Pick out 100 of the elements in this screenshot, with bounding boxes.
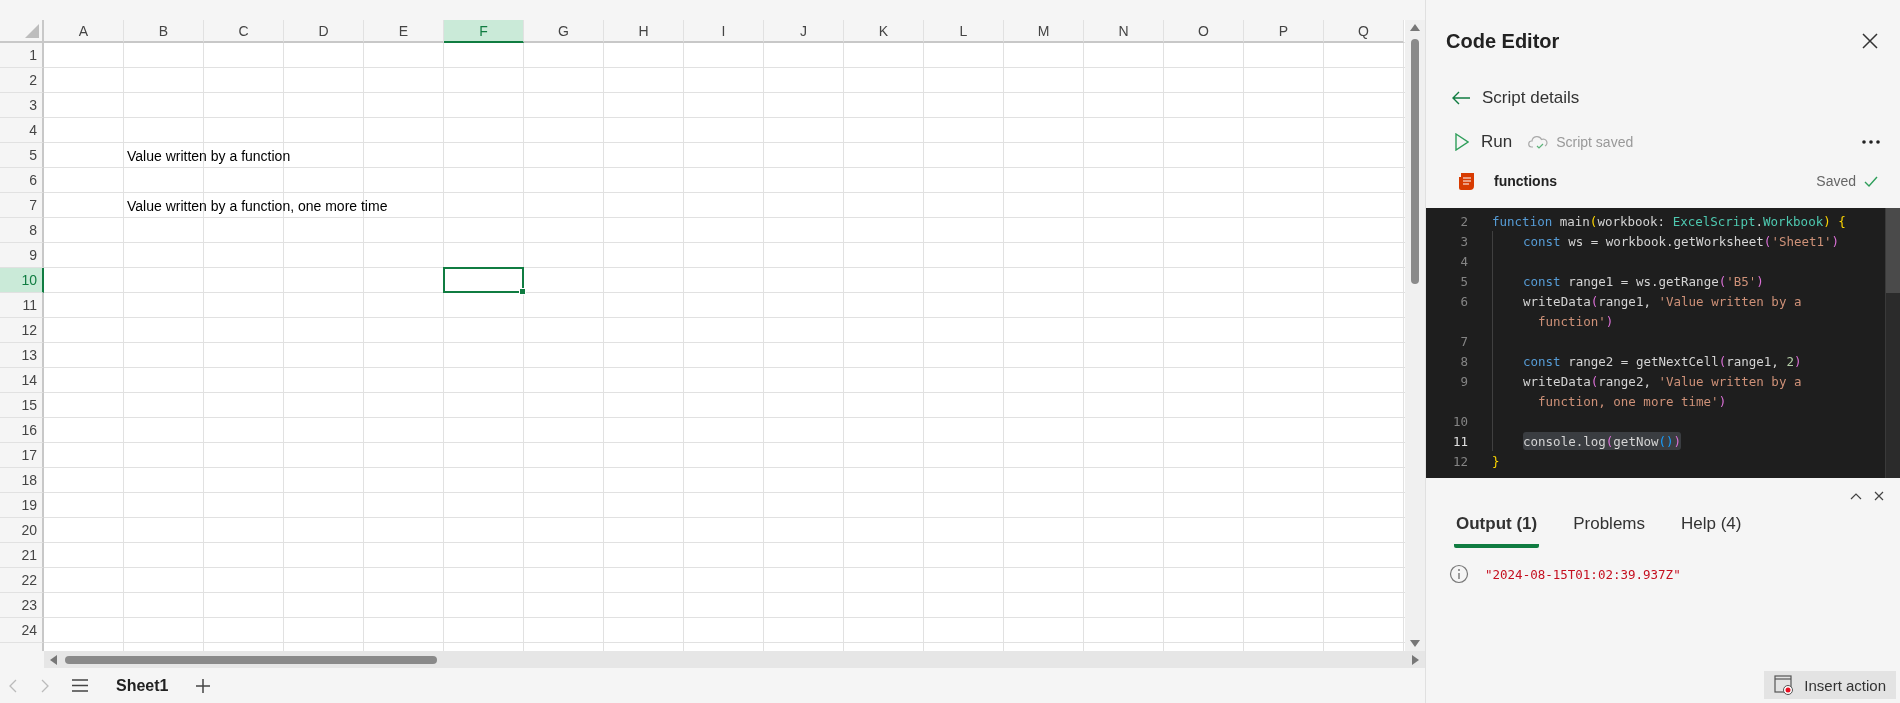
output-tab[interactable]: Problems xyxy=(1571,506,1647,548)
more-icon[interactable] xyxy=(1862,140,1880,144)
row-header[interactable]: 16 xyxy=(0,418,44,443)
sheet-tab[interactable]: Sheet1 xyxy=(110,672,175,699)
row-header[interactable]: 18 xyxy=(0,468,44,493)
code-line: } xyxy=(1492,452,1500,470)
row-header[interactable]: 9 xyxy=(0,243,44,268)
row-header[interactable]: 11 xyxy=(0,293,44,318)
close-icon[interactable] xyxy=(1874,491,1884,501)
row-header[interactable]: 13 xyxy=(0,343,44,368)
output-tab[interactable]: Help (4) xyxy=(1679,506,1744,548)
check-icon xyxy=(1864,175,1878,187)
menu-icon[interactable] xyxy=(72,679,88,692)
saved-status: Saved xyxy=(1816,173,1856,189)
code-line: function main(workbook: ExcelScript.Workbook) { xyxy=(1492,212,1846,230)
scrollbar-thumb[interactable] xyxy=(1411,39,1419,284)
code-editor[interactable] xyxy=(1426,208,1900,478)
scroll-right-icon[interactable] xyxy=(1412,654,1419,665)
column-header[interactable]: F xyxy=(444,20,524,43)
scrollbar-thumb[interactable] xyxy=(1886,208,1900,293)
insert-action-button[interactable]: Insert action xyxy=(1764,671,1896,699)
vertical-scrollbar[interactable] xyxy=(1405,20,1425,651)
line-number: 11 xyxy=(1451,433,1468,449)
cloud-check-icon xyxy=(1528,134,1549,150)
code-line: function, one more time') xyxy=(1538,392,1727,410)
horizontal-scrollbar[interactable] xyxy=(44,651,1425,668)
code-line: writeData(range1, 'Value written by a xyxy=(1523,292,1802,310)
row-header[interactable]: 17 xyxy=(0,443,44,468)
row-header[interactable]: 23 xyxy=(0,593,44,618)
row-header[interactable]: 7 xyxy=(0,193,44,218)
output-message: "2024-08-15T01:02:39.937Z" xyxy=(1485,566,1681,582)
row-header[interactable]: 10 xyxy=(0,268,44,293)
row-header[interactable]: 20 xyxy=(0,518,44,543)
line-number: 9 xyxy=(1459,373,1468,389)
save-status: Script saved xyxy=(1556,134,1634,150)
line-number: 5 xyxy=(1459,273,1468,289)
row-header[interactable]: 19 xyxy=(0,493,44,518)
panel-title: Code Editor xyxy=(1446,29,1560,53)
line-number: 12 xyxy=(1451,453,1468,469)
column-header[interactable]: D xyxy=(284,20,364,43)
column-header[interactable]: M xyxy=(1004,20,1084,43)
code-line: writeData(range2, 'Value written by a xyxy=(1523,372,1802,390)
play-icon xyxy=(1455,133,1469,151)
line-number: 3 xyxy=(1459,233,1468,249)
scroll-left-icon[interactable] xyxy=(50,654,57,665)
row-header[interactable]: 12 xyxy=(0,318,44,343)
back-arrow-icon xyxy=(1452,91,1470,105)
scroll-up-icon[interactable] xyxy=(1410,24,1420,31)
add-sheet-icon[interactable] xyxy=(196,678,211,693)
row-header[interactable]: 21 xyxy=(0,543,44,568)
column-header[interactable]: Q xyxy=(1324,20,1404,43)
line-number: 10 xyxy=(1451,413,1468,429)
row-header[interactable]: 3 xyxy=(0,93,44,118)
cell-text: Value written by a function xyxy=(126,147,291,164)
output-tab[interactable]: Output (1) xyxy=(1454,506,1540,548)
script-icon xyxy=(1458,171,1476,191)
row-header[interactable]: 14 xyxy=(0,368,44,393)
line-number: 4 xyxy=(1459,253,1468,269)
cell-text: Value written by a function, one more time xyxy=(126,197,388,214)
row-header[interactable]: 1 xyxy=(0,43,44,68)
line-number: 6 xyxy=(1459,293,1468,309)
code-line: const range1 = ws.getRange('B5') xyxy=(1523,272,1764,290)
collapse-icon[interactable] xyxy=(1850,492,1862,500)
code-line: function') xyxy=(1538,312,1614,330)
column-header[interactable]: J xyxy=(764,20,844,43)
code-line: const ws = workbook.getWorksheet('Sheet1') xyxy=(1523,232,1840,250)
scrollbar-thumb[interactable] xyxy=(65,655,437,664)
column-header[interactable]: O xyxy=(1164,20,1244,43)
row-header[interactable]: 22 xyxy=(0,568,44,593)
line-number: 2 xyxy=(1459,213,1468,229)
editor-scrollbar[interactable] xyxy=(1885,208,1900,478)
column-header[interactable]: I xyxy=(684,20,764,43)
close-icon[interactable] xyxy=(1862,33,1878,49)
row-header[interactable]: 5 xyxy=(0,143,44,168)
column-header[interactable]: C xyxy=(204,20,284,43)
info-icon xyxy=(1449,564,1469,584)
row-header[interactable]: 8 xyxy=(0,218,44,243)
row-header[interactable]: 6 xyxy=(0,168,44,193)
column-header[interactable]: K xyxy=(844,20,924,43)
row-header[interactable]: 24 xyxy=(0,618,44,643)
column-header[interactable]: B xyxy=(124,20,204,43)
line-number: 8 xyxy=(1459,353,1468,369)
script-name: functions xyxy=(1494,173,1557,189)
run-button[interactable]: Run xyxy=(1455,132,1513,152)
row-header[interactable]: 2 xyxy=(0,68,44,93)
line-number: 7 xyxy=(1459,333,1468,349)
column-header[interactable]: G xyxy=(524,20,604,43)
back-link[interactable]: Script details xyxy=(1452,88,1580,108)
code-line: const range2 = getNextCell(range1, 2) xyxy=(1523,352,1802,370)
column-header[interactable]: P xyxy=(1244,20,1324,43)
row-header[interactable]: 4 xyxy=(0,118,44,143)
corner-triangle-icon xyxy=(25,24,39,38)
column-header[interactable]: A xyxy=(44,20,124,43)
row-header[interactable]: 15 xyxy=(0,393,44,418)
record-action-icon xyxy=(1774,675,1795,695)
column-header[interactable]: L xyxy=(924,20,1004,43)
column-header[interactable]: N xyxy=(1084,20,1164,43)
scroll-down-icon[interactable] xyxy=(1410,640,1420,647)
column-header[interactable]: E xyxy=(364,20,444,43)
column-header[interactable]: H xyxy=(604,20,684,43)
